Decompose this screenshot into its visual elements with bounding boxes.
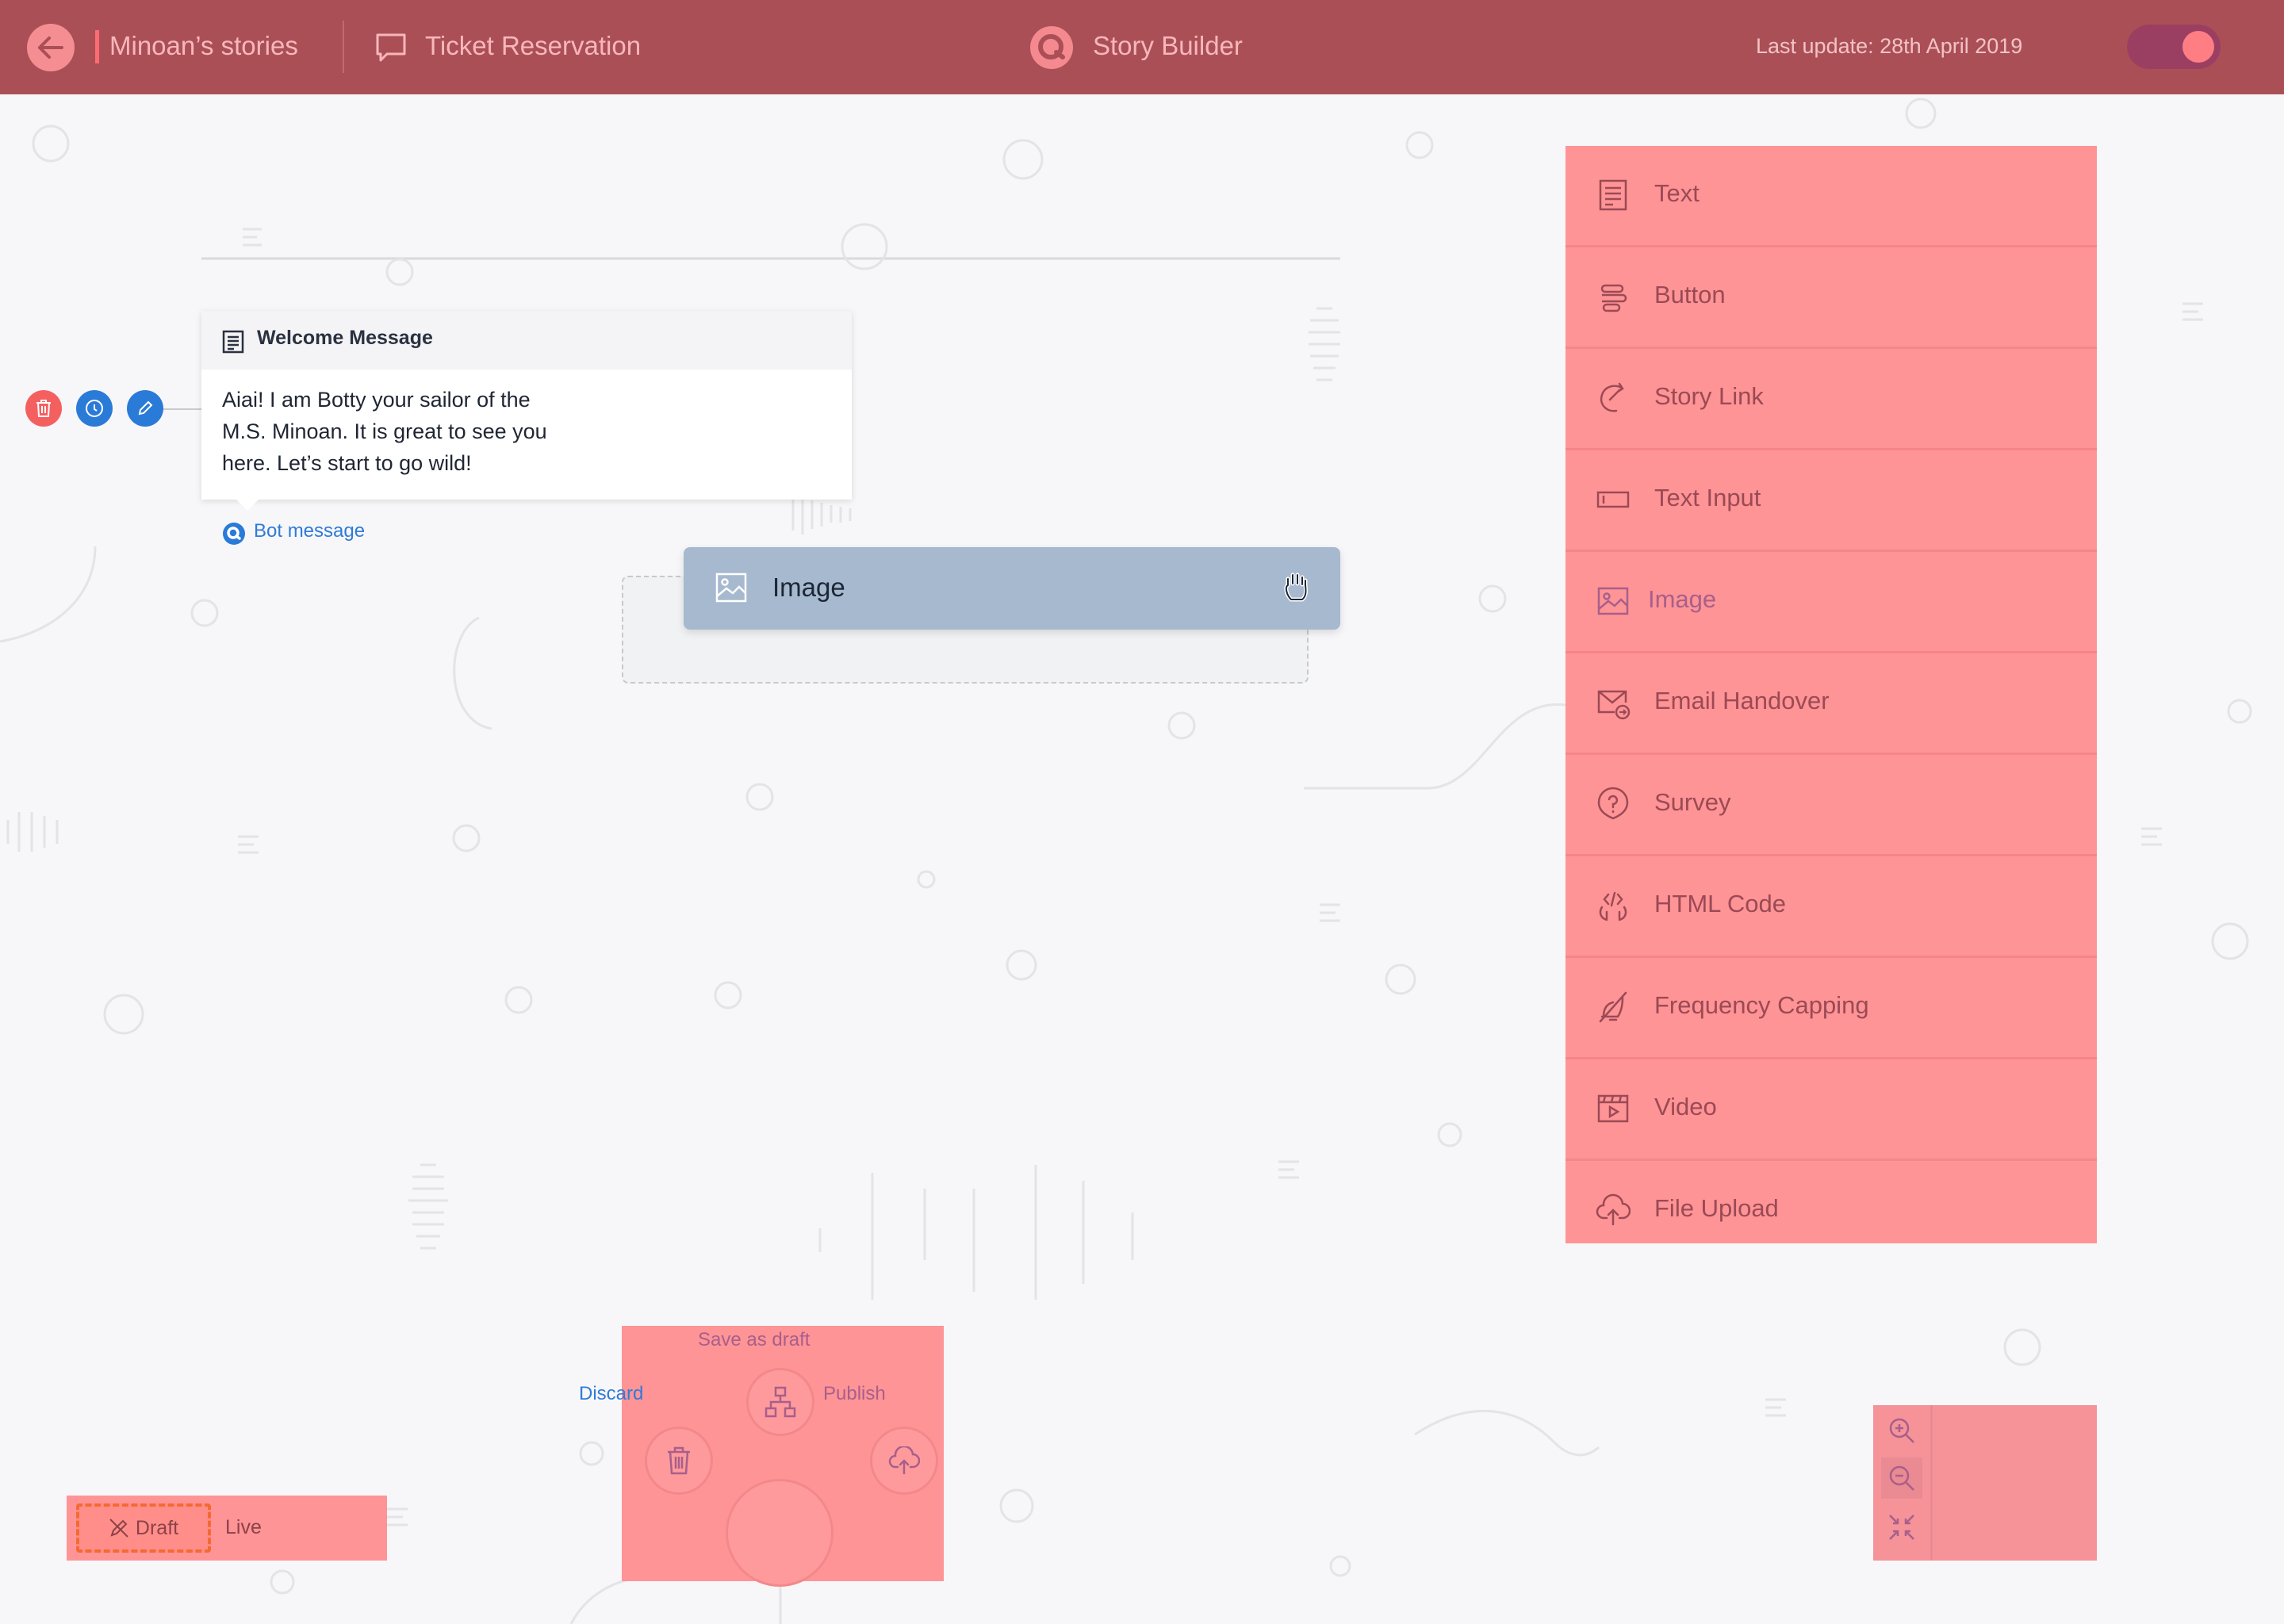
video-icon [1597, 1094, 1629, 1123]
card-header: Welcome Message [201, 311, 852, 370]
publish-cloud-button[interactable] [872, 1429, 936, 1492]
card-body-line: M.S. Minoan. It is great to see you [222, 419, 547, 443]
card-title: Welcome Message [257, 327, 433, 349]
palette-item-label: Video [1654, 1093, 1717, 1120]
actions-hub-button[interactable] [728, 1481, 831, 1584]
welcome-message-card[interactable]: Welcome Message Aiai! I am Botty your sa… [201, 311, 852, 500]
chat-icon [376, 33, 406, 62]
palette-item-text[interactable]: Text [1565, 146, 2097, 247]
palette-item-story-link[interactable]: Story Link [1565, 349, 2097, 450]
palette-item-label: HTML Code [1654, 890, 1786, 917]
palette-item-video[interactable]: Video [1565, 1059, 2097, 1161]
palette-item-text-input[interactable]: Text Input [1565, 450, 2097, 552]
top-bar: Minoan’s stories Ticket Reservation Stor… [0, 0, 2284, 94]
card-tail [235, 498, 260, 511]
zoom-out-icon [1889, 1465, 1914, 1491]
info-node-button[interactable] [76, 390, 113, 427]
fit-screen-icon [1889, 1515, 1914, 1540]
breadcrumb-accent [95, 30, 99, 63]
palette-item-label: Text Input [1654, 484, 1761, 511]
text-icon [1599, 179, 1627, 211]
back-button[interactable] [27, 24, 75, 71]
image-icon [715, 573, 747, 603]
edit-node-button[interactable] [127, 390, 163, 427]
palette-item-email-handover[interactable]: Email Handover [1565, 653, 2097, 755]
dragging-image-element[interactable]: Image [684, 547, 1340, 630]
palette-item-label: Button [1654, 281, 1726, 308]
status-switcher: Draft Live [67, 1496, 387, 1561]
palette-item-label: Frequency Capping [1654, 991, 1869, 1019]
discard-trash-button[interactable] [647, 1429, 711, 1492]
card-body-line: here. Let’s start to go wild! [222, 451, 472, 475]
palette-item-label: Image [1648, 585, 1717, 613]
html-code-icon [1599, 891, 1627, 921]
dragging-image-label: Image [772, 573, 845, 602]
discard-button[interactable]: Discard [579, 1383, 643, 1405]
button-icon [1600, 284, 1627, 312]
live-toggle[interactable] [2127, 25, 2221, 69]
card-body: Aiai! I am Botty your sailor of the M.S.… [222, 384, 777, 479]
palette-item-label: Text [1654, 179, 1700, 207]
delete-node-button[interactable] [25, 390, 62, 427]
palette-item-label: Email Handover [1654, 687, 1830, 714]
breadcrumb-project[interactable]: Minoan’s stories [109, 30, 298, 62]
cloud-upload-icon [888, 1446, 920, 1475]
story-builder-logo-icon [1030, 26, 1073, 69]
zoom-in-icon [1889, 1418, 1914, 1443]
bot-message-label: Bot message [254, 520, 366, 542]
publish-actions-menu: Save as draft Publish [622, 1326, 944, 1584]
draft-tab[interactable]: Draft [76, 1503, 211, 1553]
text-input-icon [1596, 491, 1630, 508]
header-divider [343, 21, 344, 73]
palette-item-button[interactable]: Button [1565, 247, 2097, 349]
zoom-controls [1873, 1405, 2097, 1561]
node-connector [163, 408, 201, 410]
arrow-left-icon [38, 36, 63, 59]
bot-icon [223, 523, 245, 545]
email-handover-icon [1597, 690, 1631, 720]
palette-item-label: Story Link [1654, 382, 1764, 410]
card-body-line: Aiai! I am Botty your sailor of the [222, 388, 531, 412]
zoom-out-button[interactable] [1881, 1457, 1922, 1499]
toggle-knob [2182, 31, 2214, 63]
pencil-icon [138, 400, 153, 416]
palette-item-label: File Upload [1654, 1194, 1779, 1222]
app-title: Story Builder [1093, 31, 1243, 60]
save-as-draft-button[interactable]: Save as draft [698, 1329, 810, 1351]
pencil-off-icon [109, 1519, 128, 1538]
palette-item-html-code[interactable]: HTML Code [1565, 856, 2097, 958]
story-link-icon [1600, 382, 1624, 412]
zoom-divider [1930, 1405, 1933, 1561]
element-palette: Text Button Story Link Text Input Image … [1565, 146, 2097, 1243]
survey-icon [1597, 787, 1629, 820]
palette-item-image[interactable]: Image [1565, 552, 2097, 653]
file-upload-icon [1596, 1193, 1631, 1226]
trash-icon [36, 400, 51, 417]
palette-item-file-upload[interactable]: File Upload [1565, 1161, 2097, 1262]
grab-hand-icon [1284, 573, 1308, 602]
image-icon [1597, 587, 1629, 615]
publish-button[interactable]: Publish [823, 1383, 886, 1405]
frequency-capping-icon [1599, 991, 1627, 1023]
sitemap-icon [765, 1386, 796, 1418]
info-icon [86, 400, 103, 417]
palette-item-label: Survey [1654, 788, 1731, 816]
fit-screen-button[interactable] [1881, 1507, 1922, 1548]
text-icon [222, 330, 244, 354]
trash-icon [668, 1446, 690, 1475]
sitemap-button[interactable] [749, 1370, 812, 1434]
live-tab[interactable]: Live [225, 1516, 262, 1539]
zoom-in-button[interactable] [1881, 1410, 1922, 1451]
last-update-text: Last update: 28th April 2019 [1756, 34, 2023, 58]
draft-label: Draft [135, 1516, 179, 1539]
breadcrumb-story[interactable]: Ticket Reservation [425, 30, 641, 62]
palette-item-survey[interactable]: Survey [1565, 755, 2097, 856]
palette-item-frequency-capping[interactable]: Frequency Capping [1565, 958, 2097, 1059]
